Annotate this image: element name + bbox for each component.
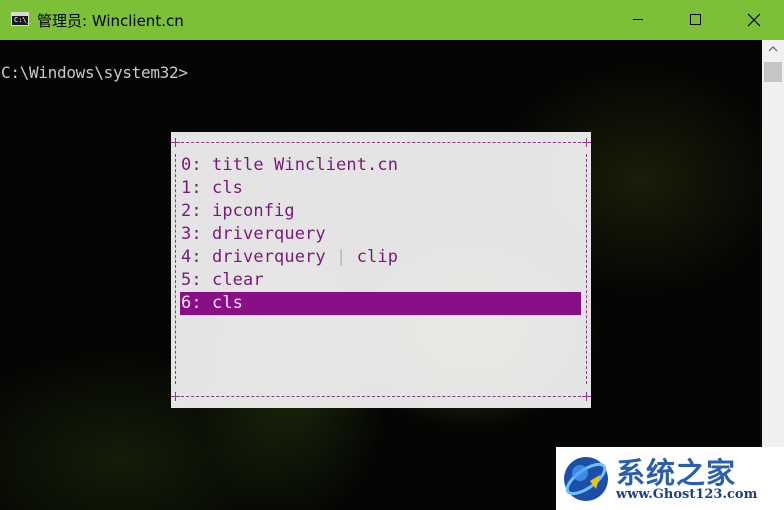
scroll-thumb[interactable] xyxy=(764,62,782,82)
popup-bottom-border xyxy=(171,390,591,402)
command-history-popup[interactable]: 0: title Winclient.cn 1: cls 2: ipconfig… xyxy=(171,132,591,408)
history-item[interactable]: 2: ipconfig xyxy=(180,200,581,223)
history-item[interactable]: 3: driverquery xyxy=(180,223,581,246)
window-title: 管理员: Winclient.cn xyxy=(37,12,184,30)
globe-logo-icon xyxy=(564,457,608,501)
vertical-scrollbar[interactable] xyxy=(762,40,784,510)
close-button[interactable] xyxy=(725,0,783,40)
maximize-button[interactable] xyxy=(667,0,725,40)
history-item[interactable]: 4: driverquery | clip xyxy=(180,246,581,269)
command-prompt[interactable]: C:\Windows\system32> xyxy=(1,63,188,82)
site-watermark: 系统之家 www.Ghost123.com xyxy=(556,447,784,510)
history-item[interactable]: 1: cls xyxy=(180,177,581,200)
chevron-up-icon xyxy=(768,46,778,52)
popup-top-border xyxy=(171,136,591,148)
popup-left-border xyxy=(175,154,176,384)
history-item[interactable]: 0: title Winclient.cn xyxy=(180,154,581,177)
maximize-icon xyxy=(690,14,701,25)
watermark-url: www.Ghost123.com xyxy=(616,487,758,502)
scroll-up-button[interactable] xyxy=(762,40,784,60)
close-icon xyxy=(747,13,761,27)
title-bar[interactable]: C:\_ 管理员: Winclient.cn xyxy=(0,0,784,40)
minimize-button[interactable] xyxy=(609,0,667,40)
console-window: C:\_ 管理员: Winclient.cn C:\Windows\system… xyxy=(0,0,784,510)
console-app-icon[interactable]: C:\_ xyxy=(11,12,31,26)
popup-right-border xyxy=(586,154,587,384)
minimize-icon xyxy=(633,19,643,20)
history-item[interactable]: 5: clear xyxy=(180,269,581,292)
history-item-selected[interactable]: 6: cls xyxy=(180,292,581,315)
history-list: 0: title Winclient.cn 1: cls 2: ipconfig… xyxy=(180,154,581,315)
watermark-title: 系统之家 xyxy=(616,456,737,490)
